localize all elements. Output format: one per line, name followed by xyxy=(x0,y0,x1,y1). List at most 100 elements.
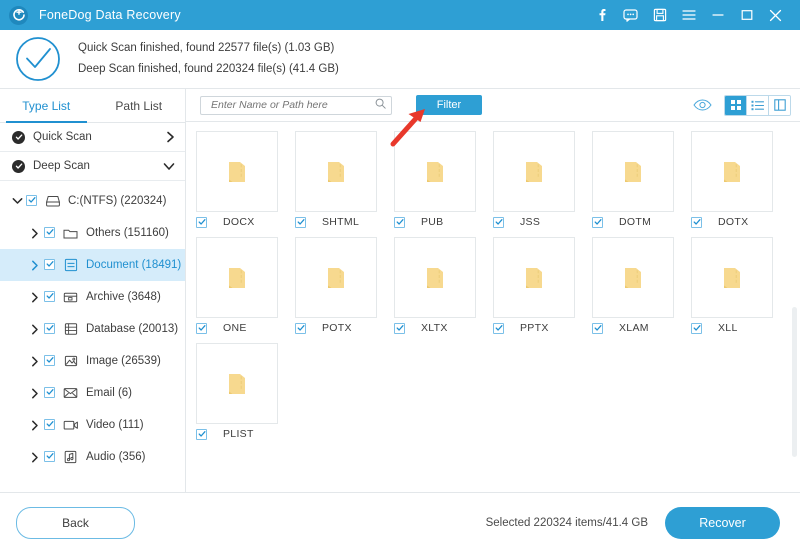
grid-item[interactable]: POTX xyxy=(295,237,394,338)
facebook-icon[interactable] xyxy=(587,0,616,30)
grid-item[interactable]: DOTX xyxy=(691,131,790,232)
chevron-right-icon[interactable] xyxy=(26,452,44,463)
drive-icon xyxy=(44,193,61,209)
grid-item-footer: JSS xyxy=(493,212,592,232)
folder-icon xyxy=(427,161,443,182)
chevron-down-icon[interactable] xyxy=(8,197,26,205)
tree-checkbox[interactable] xyxy=(44,450,55,464)
grid-item-checkbox[interactable] xyxy=(493,319,504,337)
grid-item-checkbox[interactable] xyxy=(196,425,207,443)
file-grid-container: DOCX SHTML PUB JSS DOTM DOTX ONE POTX XL… xyxy=(186,122,800,492)
sidebar-item-deep-scan[interactable]: Deep Scan xyxy=(0,152,185,181)
tree-row-audio[interactable]: Audio (356) xyxy=(0,441,185,473)
chevron-right-icon[interactable] xyxy=(26,420,44,431)
grid-item[interactable]: PLIST xyxy=(196,343,295,444)
tab-path-list[interactable]: Path List xyxy=(93,89,186,122)
grid-item-checkbox[interactable] xyxy=(196,319,207,337)
grid-item-checkbox[interactable] xyxy=(295,213,306,231)
tree-checkbox[interactable] xyxy=(44,226,55,240)
tab-type-list[interactable]: Type List xyxy=(0,89,93,123)
quick-scan-result: Quick Scan finished, found 22577 file(s)… xyxy=(78,42,335,54)
check-filled-icon xyxy=(12,130,25,144)
tree-row-video[interactable]: Video (111) xyxy=(0,409,185,441)
grid-item[interactable]: XLL xyxy=(691,237,790,338)
grid-item-checkbox[interactable] xyxy=(691,319,702,337)
folder-icon xyxy=(229,161,245,182)
tree-checkbox[interactable] xyxy=(44,322,55,336)
sidebar-item-quick-scan[interactable]: Quick Scan xyxy=(0,123,185,152)
chevron-right-icon[interactable] xyxy=(26,260,44,271)
footer-bar: Back Selected 220324 items/41.4 GB Recov… xyxy=(0,492,800,552)
tree-row-drive[interactable]: C:(NTFS) (220324) xyxy=(0,185,185,217)
tree-row-document[interactable]: Document (18491) xyxy=(0,249,185,281)
grid-item[interactable]: PPTX xyxy=(493,237,592,338)
grid-item-checkbox[interactable] xyxy=(592,319,603,337)
tree-row-email[interactable]: Email (6) xyxy=(0,377,185,409)
tree-checkbox[interactable] xyxy=(44,258,55,272)
tree-checkbox[interactable] xyxy=(26,194,37,208)
folder-icon xyxy=(328,267,344,288)
grid-item[interactable]: ONE xyxy=(196,237,295,338)
chevron-right-icon[interactable] xyxy=(26,324,44,335)
file-grid: DOCX SHTML PUB JSS DOTM DOTX ONE POTX XL… xyxy=(186,122,800,449)
view-mode-group xyxy=(724,94,791,116)
tree-row-label: Video (111) xyxy=(86,419,144,431)
chevron-right-icon[interactable] xyxy=(26,388,44,399)
grid-item-checkbox[interactable] xyxy=(592,213,603,231)
grid-item[interactable]: SHTML xyxy=(295,131,394,232)
folder-icon xyxy=(62,225,79,241)
menu-icon[interactable] xyxy=(674,0,703,30)
chevron-right-icon[interactable] xyxy=(26,292,44,303)
grid-item-checkbox[interactable] xyxy=(196,213,207,231)
folder-icon xyxy=(625,161,641,182)
search-input[interactable] xyxy=(209,98,375,112)
tree-checkbox[interactable] xyxy=(44,290,55,304)
grid-item-checkbox[interactable] xyxy=(394,213,405,231)
list-view-icon[interactable] xyxy=(747,95,769,115)
archive-icon xyxy=(62,289,79,305)
grid-item-footer: PUB xyxy=(394,212,493,232)
minimize-icon[interactable] xyxy=(703,0,732,30)
quick-scan-label: Quick Scan xyxy=(33,131,92,143)
search-icon[interactable] xyxy=(375,96,386,114)
chevron-right-icon[interactable] xyxy=(166,131,175,143)
sidebar-tabs: Type List Path List xyxy=(0,89,185,123)
window-controls xyxy=(587,0,790,30)
grid-item-checkbox[interactable] xyxy=(394,319,405,337)
detail-view-icon[interactable] xyxy=(769,95,790,115)
file-type-tree: C:(NTFS) (220324) Others (151160) Docume… xyxy=(0,181,185,473)
tree-row-database[interactable]: Database (20013) xyxy=(0,313,185,345)
chevron-down-icon[interactable] xyxy=(163,162,175,171)
grid-view-icon[interactable] xyxy=(725,95,747,115)
file-thumbnail xyxy=(592,237,674,318)
eye-icon[interactable] xyxy=(693,99,712,111)
maximize-icon[interactable] xyxy=(732,0,761,30)
chevron-right-icon[interactable] xyxy=(26,228,44,239)
main-panel: Filter xyxy=(186,89,800,492)
grid-item[interactable]: XLAM xyxy=(592,237,691,338)
grid-item-label: PUB xyxy=(421,216,444,228)
tree-row-archive[interactable]: Archive (3648) xyxy=(0,281,185,313)
grid-item[interactable]: XLTX xyxy=(394,237,493,338)
main-toolbar: Filter xyxy=(186,89,800,122)
grid-item-checkbox[interactable] xyxy=(295,319,306,337)
grid-item-checkbox[interactable] xyxy=(493,213,504,231)
chevron-right-icon[interactable] xyxy=(26,356,44,367)
close-icon[interactable] xyxy=(761,0,790,30)
grid-item[interactable]: DOCX xyxy=(196,131,295,232)
tree-checkbox[interactable] xyxy=(44,386,55,400)
tree-checkbox[interactable] xyxy=(44,418,55,432)
search-box[interactable] xyxy=(200,95,392,115)
grid-item-checkbox[interactable] xyxy=(691,213,702,231)
tree-row-others[interactable]: Others (151160) xyxy=(0,217,185,249)
feedback-chat-icon[interactable] xyxy=(616,0,645,30)
tree-checkbox[interactable] xyxy=(44,354,55,368)
filter-button[interactable]: Filter xyxy=(416,95,482,115)
tree-row-image[interactable]: Image (26539) xyxy=(0,345,185,377)
recovery-logo-icon xyxy=(9,5,28,25)
vertical-scrollbar[interactable] xyxy=(792,307,797,457)
grid-item[interactable]: JSS xyxy=(493,131,592,232)
save-icon[interactable] xyxy=(645,0,674,30)
grid-item[interactable]: DOTM xyxy=(592,131,691,232)
grid-item[interactable]: PUB xyxy=(394,131,493,232)
